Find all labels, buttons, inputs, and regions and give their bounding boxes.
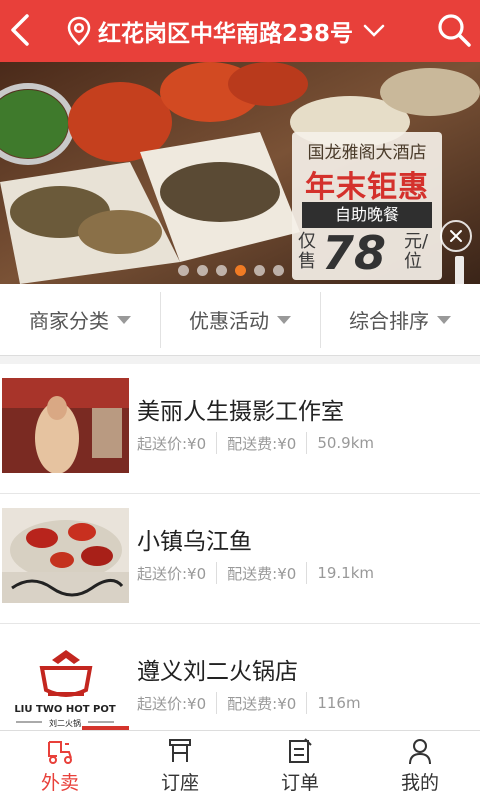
carousel-dot[interactable] <box>273 265 284 276</box>
shop-name: 美丽人生摄影工作室 <box>137 399 344 425</box>
logo-subtext: 刘二火锅 <box>49 718 81 728</box>
shop-delivery-fee: 配送费:¥0 <box>227 564 297 583</box>
dropdown-triangle-icon <box>277 315 291 324</box>
divider <box>216 432 218 454</box>
location-text: 红花岗区中华南路238号 <box>98 21 354 47</box>
filter-bar: 商家分类 优惠活动 综合排序 <box>0 284 480 356</box>
divider <box>306 432 308 454</box>
shop-name: 遵义刘二火锅店 <box>137 659 298 685</box>
promo-banner[interactable]: 国龙雅阁大酒店 年末钜惠 自助晚餐 仅售 78 元/位 <box>0 62 480 284</box>
shop-delivery-fee: 配送费:¥0 <box>227 434 297 453</box>
carousel-dot[interactable] <box>254 265 265 276</box>
carousel-indicator <box>178 265 284 276</box>
shop-thumbnail <box>2 378 129 473</box>
tab-reserve[interactable]: 订座 <box>120 731 240 800</box>
location-selector[interactable]: 红花岗区中华南路238号 <box>66 0 385 62</box>
exclamation-mark-decoration <box>455 256 464 284</box>
promo-price: 78 <box>322 226 387 280</box>
promo-only-label: 仅售 <box>298 231 316 272</box>
promo-unit: 元/位 <box>404 231 429 272</box>
tab-takeout[interactable]: 外卖 <box>0 731 120 800</box>
photo-studio-image <box>2 378 129 473</box>
chevron-down-icon <box>363 24 385 37</box>
close-icon <box>450 230 462 242</box>
shop-min-order: 起送价:¥0 <box>137 694 207 713</box>
top-bar: 红花岗区中华南路238号 <box>0 0 480 62</box>
shop-distance: 116m <box>317 694 361 712</box>
back-button[interactable] <box>2 10 38 50</box>
carousel-dot[interactable] <box>235 265 246 276</box>
scooter-icon <box>48 741 72 764</box>
close-ad-button[interactable] <box>440 220 472 252</box>
shop-thumbnail: LIU TWO HOT POT 刘二火锅 <box>2 638 129 733</box>
promo-card: 国龙雅阁大酒店 年末钜惠 自助晚餐 仅售 78 元/位 <box>292 132 442 280</box>
filter-merchant-category[interactable]: 商家分类 <box>0 284 160 355</box>
shop-item[interactable]: 美丽人生摄影工作室 起送价:¥0 配送费:¥0 50.9km <box>0 364 480 494</box>
tab-label: 外卖 <box>40 772 79 794</box>
carousel-dot[interactable] <box>197 265 208 276</box>
app-screen: 红花岗区中华南路238号 国龙雅阁大酒店 年末钜惠 自助晚餐 仅售 78 元/位… <box>0 0 480 800</box>
tab-label: 订单 <box>280 772 319 794</box>
profile-icon <box>409 739 431 765</box>
carousel-dot[interactable] <box>178 265 189 276</box>
shop-meta: 起送价:¥0 配送费:¥0 50.9km <box>137 432 374 454</box>
shop-meta: 起送价:¥0 配送费:¥0 116m <box>137 692 361 714</box>
bottom-tab-bar: 外卖 订座 订单 我的 <box>0 730 480 800</box>
tab-profile[interactable]: 我的 <box>360 731 480 800</box>
filter-label: 综合排序 <box>349 309 429 333</box>
shop-distance: 50.9km <box>317 434 375 452</box>
tab-label: 我的 <box>400 772 439 794</box>
divider <box>306 692 308 714</box>
seat-icon <box>169 739 191 762</box>
filter-sort[interactable]: 综合排序 <box>320 284 480 355</box>
hotpot-logo-image: LIU TWO HOT POT 刘二火锅 <box>2 638 129 733</box>
order-icon <box>289 738 312 763</box>
divider <box>306 562 308 584</box>
search-button[interactable] <box>434 10 474 50</box>
divider <box>216 562 218 584</box>
back-arrow-icon <box>11 14 29 46</box>
promo-sale-text: 年末钜惠 <box>305 170 429 205</box>
shop-min-order: 起送价:¥0 <box>137 564 207 583</box>
location-pin-icon <box>67 16 91 46</box>
filter-promotions[interactable]: 优惠活动 <box>160 284 320 355</box>
shop-name: 小镇乌江鱼 <box>137 529 252 555</box>
shop-min-order: 起送价:¥0 <box>137 434 207 453</box>
shop-distance: 19.1km <box>317 564 375 582</box>
carousel-dot[interactable] <box>216 265 227 276</box>
fish-dish-image <box>2 508 129 603</box>
logo-text: LIU TWO HOT POT <box>14 704 116 715</box>
promo-buffet-label: 自助晚餐 <box>302 202 432 228</box>
tab-label: 订座 <box>160 772 199 794</box>
promo-hotel-name: 国龙雅阁大酒店 <box>307 143 427 163</box>
shop-item[interactable]: 小镇乌江鱼 起送价:¥0 配送费:¥0 19.1km <box>0 494 480 624</box>
shop-delivery-fee: 配送费:¥0 <box>227 694 297 713</box>
search-icon <box>438 14 471 47</box>
divider <box>216 692 218 714</box>
filter-label: 优惠活动 <box>189 309 269 333</box>
dropdown-triangle-icon <box>117 315 131 324</box>
tab-orders[interactable]: 订单 <box>240 731 360 800</box>
filter-label: 商家分类 <box>29 309 109 333</box>
shop-thumbnail <box>2 508 129 603</box>
shop-list: 美丽人生摄影工作室 起送价:¥0 配送费:¥0 50.9km 小镇乌江鱼 起送价… <box>0 364 480 754</box>
shop-meta: 起送价:¥0 配送费:¥0 19.1km <box>137 562 374 584</box>
dropdown-triangle-icon <box>437 315 451 324</box>
